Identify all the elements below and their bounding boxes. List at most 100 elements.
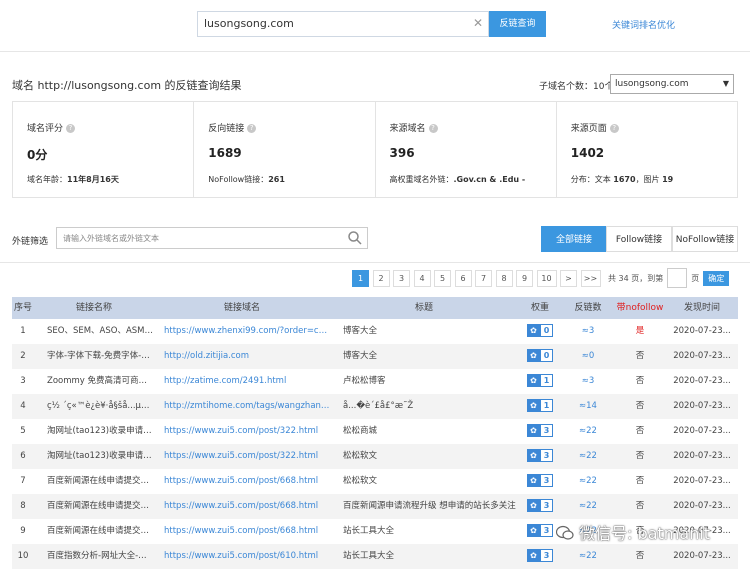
domain-search-value: lusongsong.com xyxy=(204,17,294,30)
weight-value: 3 xyxy=(540,549,553,562)
page-4[interactable]: 4 xyxy=(413,269,431,287)
stat-sub-value: 1670 xyxy=(613,175,636,184)
help-icon[interactable]: ? xyxy=(66,124,76,133)
row-title: 博客大全 xyxy=(343,351,378,361)
watermark: 微信号: batmanit xyxy=(556,520,710,544)
row-backlinks[interactable]: ≈0 xyxy=(562,344,614,369)
page-last-button[interactable]: >> xyxy=(580,269,601,287)
help-icon[interactable]: ? xyxy=(428,124,438,133)
help-icon[interactable]: ? xyxy=(609,124,619,133)
col-title: 标题 xyxy=(414,303,433,313)
page-9[interactable]: 9 xyxy=(516,269,533,287)
row-backlinks[interactable]: ≈22 xyxy=(562,544,614,569)
tab-follow-links[interactable]: Follow链接 xyxy=(606,226,672,252)
tab-nofollow-links[interactable]: NoFollow链接 xyxy=(672,226,738,252)
page-confirm-button[interactable]: 确定 xyxy=(703,270,730,286)
row-backlinks[interactable]: ≈14 xyxy=(562,394,614,419)
row-index: 3 xyxy=(20,376,26,386)
keyword-rank-link[interactable]: 关键词排名优化 xyxy=(612,18,675,31)
page-5[interactable]: 5 xyxy=(434,269,451,287)
row-title: 松松软文 xyxy=(343,451,378,461)
row-title: 松松商城 xyxy=(343,426,378,436)
page-2[interactable]: 2 xyxy=(372,269,390,287)
paw-icon: ✿ xyxy=(527,549,540,562)
page-jump-input[interactable] xyxy=(667,268,688,288)
table-row: 8 百度新闻源在线申请提交入口... https://www.zui5.com/po… xyxy=(12,494,738,519)
row-backlinks[interactable]: ≈3 xyxy=(562,319,614,344)
col-link-domain: 链接域名 xyxy=(223,303,260,313)
filter-input[interactable]: 请输入外链域名或外链文本 xyxy=(56,227,368,249)
stat-label: 反向链接 xyxy=(208,124,245,134)
row-link-name: 百度指数分析-网址大全-最我... xyxy=(47,551,154,561)
paw-icon: ✿ xyxy=(527,499,540,512)
row-weight: ✿ 0 xyxy=(518,344,562,369)
row-title: 卢松松博客 xyxy=(343,376,386,386)
col-nofollow: 带nofollow xyxy=(616,303,664,313)
row-link-url[interactable]: https://www.zhenxi99.com/?order=comm... xyxy=(154,319,330,344)
stat-sub-value: 261 xyxy=(268,175,285,184)
weight-value: 3 xyxy=(540,499,553,512)
row-link-url[interactable]: https://www.zui5.com/post/322.html xyxy=(154,419,330,444)
row-link-url[interactable]: https://www.zui5.com/post/668.html xyxy=(154,519,330,544)
result-title: 域名 http://lusongsong.com 的反链查询结果 xyxy=(12,79,242,92)
page-8[interactable]: 8 xyxy=(495,269,513,287)
page-7[interactable]: 7 xyxy=(475,269,492,287)
row-backlinks[interactable]: ≈3 xyxy=(562,369,614,394)
top-search-bar: lusongsong.com ✕ 反链查询 关键词排名优化 xyxy=(0,0,750,52)
page-10[interactable]: 10 xyxy=(536,269,557,287)
row-link-url[interactable]: https://www.zui5.com/post/668.html xyxy=(154,494,330,519)
stat-source-domains: 来源域名? 396 高权重域名外链：.Gov.cn & .Edu - xyxy=(376,102,557,197)
row-backlinks[interactable]: ≈22 xyxy=(562,469,614,494)
row-link-name: 百度新闻源在线申请提交入口... xyxy=(47,501,154,511)
row-link-url[interactable]: https://www.zui5.com/post/610.html xyxy=(154,544,330,569)
paw-icon: ✿ xyxy=(527,399,540,412)
tab-all-links[interactable]: 全部链接 xyxy=(541,226,607,252)
row-link-url[interactable]: http://zatime.com/2491.html xyxy=(154,369,330,394)
paw-icon: ✿ xyxy=(527,424,540,437)
backlink-query-button[interactable]: 反链查询 xyxy=(489,11,546,37)
row-title: 百度新闻源申请流程升级 想申请的站长多关注 xyxy=(343,501,516,511)
weight-value: 3 xyxy=(540,424,553,437)
row-found-time: 2020-07-23... xyxy=(673,476,731,486)
stat-sub-label-2: ，图片 xyxy=(635,175,663,184)
row-link-url[interactable]: http://zmtihome.com/tags/wangzhanyuny... xyxy=(154,394,330,419)
stat-sub-label: 域名年龄： xyxy=(27,175,67,184)
row-weight: ✿ 3 xyxy=(518,444,562,469)
row-index: 6 xyxy=(20,451,26,461)
page-3[interactable]: 3 xyxy=(393,269,410,287)
row-link-name: 淘网址(tao123)收录申请-网... xyxy=(47,451,154,461)
chevron-down-icon: ▼ xyxy=(722,79,729,88)
clear-icon[interactable]: ✕ xyxy=(473,16,483,30)
row-backlinks[interactable]: ≈22 xyxy=(562,419,614,444)
page-unit: 页 xyxy=(691,273,700,283)
row-title: 博客大全 xyxy=(343,326,378,336)
row-title: 站长工具大全 xyxy=(343,526,395,536)
domain-search-input[interactable]: lusongsong.com ✕ xyxy=(197,11,489,37)
search-icon[interactable] xyxy=(347,230,363,246)
row-nofollow: 否 xyxy=(635,426,645,436)
weight-value: 0 xyxy=(540,349,553,362)
page-6[interactable]: 6 xyxy=(454,269,472,287)
row-nofollow: 否 xyxy=(635,551,645,561)
row-backlinks[interactable]: ≈22 xyxy=(562,444,614,469)
row-index: 4 xyxy=(20,401,26,411)
table-row: 10 百度指数分析-网址大全-最我... https://www.zui5.com/… xyxy=(12,544,738,569)
subdomain-select[interactable]: lusongsong.com ▼ xyxy=(610,74,734,94)
row-weight: ✿ 3 xyxy=(518,494,562,519)
help-icon[interactable]: ? xyxy=(247,124,257,133)
row-backlinks[interactable]: ≈22 xyxy=(562,494,614,519)
weight-value: 3 xyxy=(540,524,553,537)
stat-sub-value: 11年8月16天 xyxy=(67,175,119,184)
row-found-time: 2020-07-23... xyxy=(673,351,731,361)
row-link-url[interactable]: https://www.zui5.com/post/668.html xyxy=(154,469,330,494)
page-1[interactable]: 1 xyxy=(352,269,369,287)
row-link-name: 淘网址(tao123)收录申请-网... xyxy=(47,426,154,436)
row-found-time: 2020-07-23... xyxy=(673,376,731,386)
col-backlinks: 反链数 xyxy=(574,303,602,313)
page-next-button[interactable]: > xyxy=(560,269,577,287)
row-link-url[interactable]: http://old.zitijia.com xyxy=(154,344,330,369)
row-found-time: 2020-07-23... xyxy=(673,401,731,411)
weight-badge: ✿ 3 xyxy=(527,474,553,487)
row-index: 1 xyxy=(20,326,26,336)
row-link-url[interactable]: https://www.zui5.com/post/322.html xyxy=(154,444,330,469)
